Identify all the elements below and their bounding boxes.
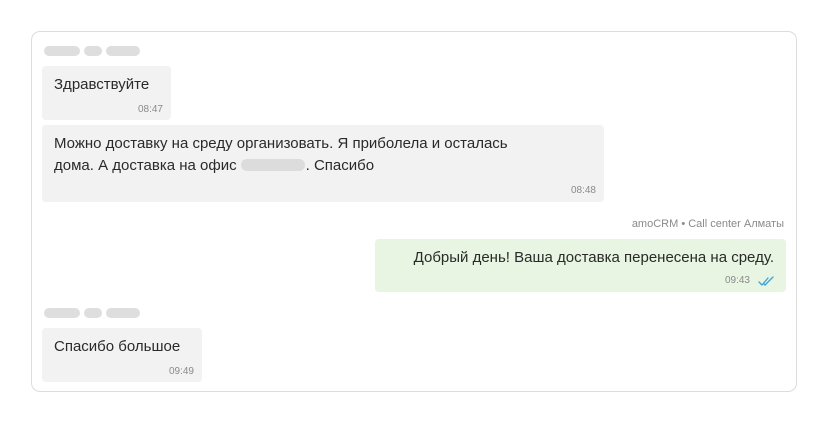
double-check-icon [758, 276, 774, 286]
incoming-message: Можно доставку на среду организовать. Я … [42, 125, 604, 202]
redacted-name-part [84, 46, 102, 56]
sender-label: amoCRM • Call center Алматы [631, 218, 784, 230]
incoming-message: Здравствуйте 08:47 [42, 66, 171, 120]
redacted-name-part [84, 308, 102, 318]
message-text-line1: Можно доставку на среду организовать. Я … [54, 135, 508, 152]
redacted-contact-name [44, 308, 140, 318]
incoming-message: Спасибо большое 09:49 [42, 328, 202, 382]
message-time: 09:49 [168, 366, 194, 377]
redacted-contact-name [44, 46, 140, 56]
message-text-line2: дома. А доставка на офис . Спасибо [54, 155, 374, 177]
redacted-name-part [44, 308, 80, 318]
outgoing-message: Добрый день! Ваша доставка перенесена на… [375, 239, 786, 292]
redacted-name-part [106, 46, 140, 56]
message-text-part: дома. А доставка на офис [54, 157, 237, 174]
redacted-name-part [44, 46, 80, 56]
message-time: 08:48 [570, 185, 596, 196]
message-text: Спасибо большое [54, 338, 181, 355]
message-time: 08:47 [137, 104, 163, 115]
message-time: 09:43 [724, 275, 750, 286]
message-text: Здравствуйте [54, 76, 150, 93]
redacted-name-part [106, 308, 140, 318]
message-text: Добрый день! Ваша доставка перенесена на… [413, 249, 774, 266]
redacted-address [240, 159, 305, 171]
message-text-part: . Спасибо [305, 157, 375, 174]
chat-panel: Здравствуйте 08:47 Можно доставку на сре… [31, 31, 797, 392]
